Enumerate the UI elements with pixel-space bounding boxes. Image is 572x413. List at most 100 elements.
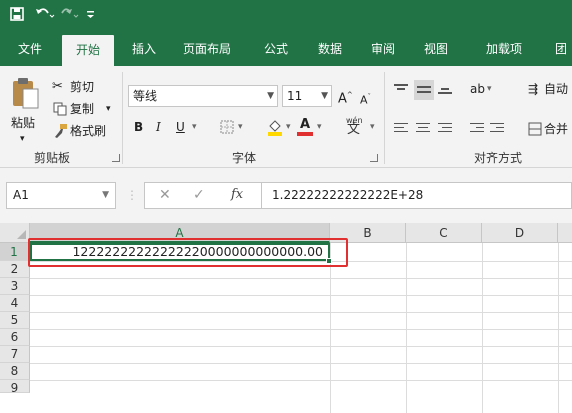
insert-function-icon[interactable]: fx (231, 187, 243, 202)
row-header-4[interactable]: 4 (0, 295, 30, 312)
font-color-dropdown-icon[interactable]: ▾ (317, 118, 322, 136)
row-header-7[interactable]: 7 (0, 346, 30, 363)
row-header-5[interactable]: 5 (0, 312, 30, 329)
highlight-annotation (28, 238, 348, 267)
borders-button[interactable] (220, 120, 234, 134)
copy-icon (53, 102, 67, 116)
tab-data[interactable]: 数据 (308, 32, 352, 66)
fill-color-button[interactable] (266, 118, 284, 136)
borders-icon (220, 120, 234, 134)
align-right-button[interactable] (438, 122, 454, 136)
grow-font-button[interactable]: A^ (338, 86, 353, 108)
copy-button[interactable]: 复制 ▾ (52, 100, 118, 120)
decrease-indent-button[interactable] (470, 122, 486, 136)
bold-button[interactable]: B (134, 118, 143, 136)
tab-page-layout[interactable]: 页面布局 (172, 32, 242, 66)
cancel-icon[interactable]: ✕ (159, 187, 171, 203)
formula-input[interactable]: 1.22222222222222E+28 (262, 182, 572, 209)
wrap-text-button[interactable]: ⇶ 自动 (528, 80, 572, 100)
row-header-8[interactable]: 8 (0, 363, 30, 380)
fill-dropdown-icon[interactable]: ▾ (286, 118, 291, 136)
column-header-e[interactable] (558, 223, 572, 243)
redo-icon[interactable] (60, 6, 80, 26)
merge-center-button[interactable]: 合并 (528, 120, 572, 140)
orientation-button[interactable]: ab ▾ (470, 80, 496, 100)
font-launcher-icon[interactable] (370, 154, 378, 162)
font-size-combo[interactable]: 11 ▼ (282, 85, 332, 107)
font-color-button[interactable]: A (296, 117, 314, 136)
paste-dropdown-icon[interactable]: ▾ (20, 130, 25, 148)
align-bottom-button[interactable] (438, 82, 454, 96)
format-painter-label: 格式刷 (70, 124, 107, 138)
tab-file[interactable]: 文件 (8, 32, 52, 66)
name-box[interactable]: A1 ▼ (6, 182, 116, 209)
font-group-label: 字体 (232, 151, 257, 165)
chevron-down-icon[interactable]: ▼ (267, 86, 274, 106)
row-header-6[interactable]: 6 (0, 329, 30, 346)
borders-dropdown-icon[interactable]: ▾ (238, 118, 243, 136)
font-name-combo[interactable]: 等线 ▼ (128, 85, 278, 107)
row-header-2[interactable]: 2 (0, 261, 30, 278)
cut-button[interactable]: ✂ 剪切 (52, 78, 112, 98)
row-header-9[interactable]: 9 (0, 380, 30, 393)
gridline (558, 243, 559, 413)
gridline (30, 329, 572, 330)
phonetic-dropdown-icon[interactable]: ▾ (370, 118, 375, 136)
align-top-button[interactable] (394, 82, 410, 96)
formula-bar-resize-handle[interactable]: ⋮ (126, 188, 138, 202)
font-name-value: 等线 (133, 89, 158, 103)
grow-font-label: A (338, 91, 347, 107)
chevron-down-icon[interactable]: ▼ (321, 86, 328, 106)
clipboard-launcher-icon[interactable] (112, 154, 120, 162)
align-left-button[interactable] (394, 122, 410, 136)
gridline (30, 295, 572, 296)
formula-buttons: ✕ ✓ fx (144, 182, 262, 209)
tab-review[interactable]: 审阅 (361, 32, 405, 66)
ribbon-divider (384, 72, 385, 164)
shrink-font-label: A (360, 93, 368, 107)
row-header-1[interactable]: 1 (0, 243, 30, 261)
quick-access-toolbar (0, 0, 572, 32)
orientation-icon: ab (470, 82, 485, 96)
phonetic-button[interactable]: wén 文 (344, 112, 366, 140)
italic-button[interactable]: I (156, 118, 161, 136)
copy-dropdown-icon[interactable]: ▾ (106, 100, 111, 118)
underline-dropdown-icon[interactable]: ▾ (192, 118, 197, 136)
column-header-c[interactable]: C (406, 223, 482, 243)
format-painter-button[interactable]: 格式刷 (52, 122, 114, 142)
fill-bucket-icon (268, 120, 282, 136)
gridline (330, 243, 331, 413)
column-header-d[interactable]: D (482, 223, 558, 243)
clipboard-group-label: 剪贴板 (34, 151, 71, 165)
wrap-text-label: 自动 (544, 82, 569, 96)
row-header-3[interactable]: 3 (0, 278, 30, 295)
gridline (30, 312, 572, 313)
save-icon[interactable] (10, 6, 24, 26)
phonetic-char: 文 (347, 122, 361, 137)
paste-button[interactable]: 粘贴 ▾ (8, 76, 42, 146)
tab-home[interactable]: 开始 (62, 35, 114, 66)
tab-formulas[interactable]: 公式 (254, 32, 298, 66)
format-painter-icon (55, 124, 67, 138)
increase-indent-button[interactable] (490, 122, 506, 136)
select-all-button[interactable] (0, 223, 30, 243)
customize-qat-icon[interactable] (86, 6, 96, 26)
name-box-value: A1 (13, 188, 29, 202)
formula-bar: A1 ▼ ⋮ ✕ ✓ fx 1.22222222222222E+28 (0, 168, 572, 223)
tab-add-ins[interactable]: 加载项 (472, 32, 536, 66)
undo-icon[interactable] (35, 6, 55, 26)
cut-label: 剪切 (70, 80, 95, 94)
tab-team[interactable]: 团 (550, 32, 572, 66)
enter-icon[interactable]: ✓ (193, 187, 205, 203)
align-center-button[interactable] (416, 122, 432, 136)
shrink-font-button[interactable]: Aˇ (360, 88, 371, 110)
tab-view[interactable]: 视图 (414, 32, 458, 66)
paste-icon (13, 78, 39, 109)
underline-button[interactable]: U (176, 118, 185, 136)
ribbon-divider (122, 72, 123, 164)
copy-label: 复制 (70, 102, 95, 116)
align-middle-button[interactable] (414, 80, 434, 100)
tab-insert[interactable]: 插入 (122, 32, 166, 66)
chevron-down-icon[interactable]: ▼ (102, 183, 109, 208)
orientation-dropdown-icon[interactable]: ▾ (487, 80, 492, 98)
